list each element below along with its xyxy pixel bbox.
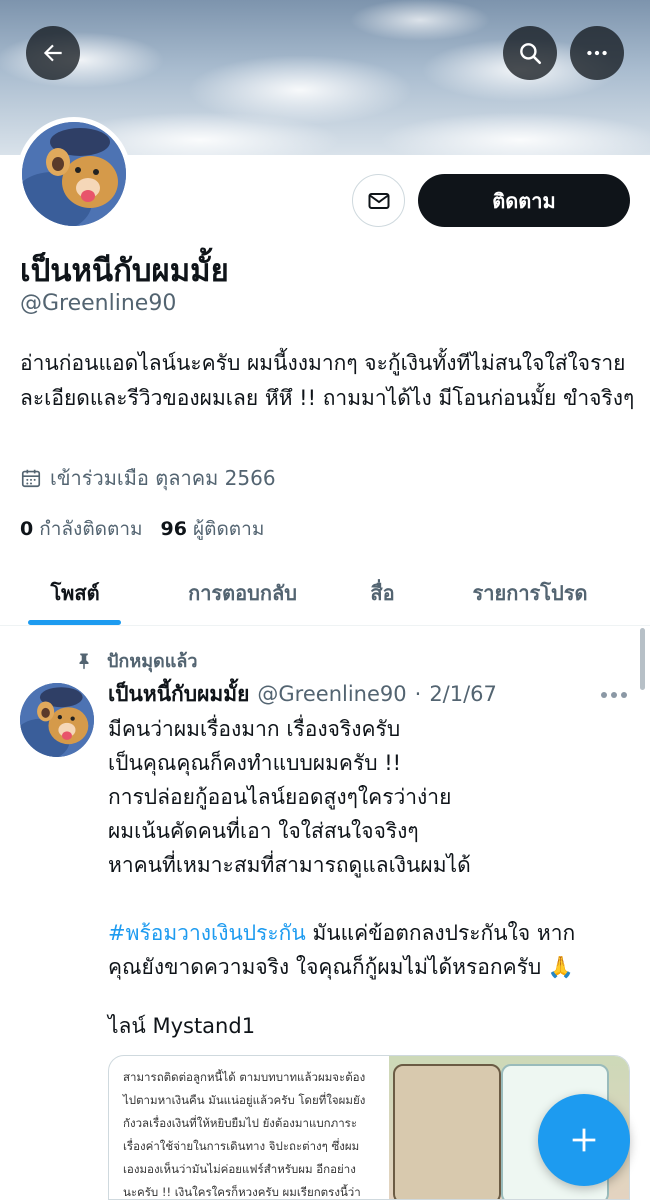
more-options-button[interactable] (570, 26, 624, 80)
tweet-line: คุณยังขาดความจริง ใจคุณก็กู้ผมไม่ได้หรอก… (108, 955, 575, 979)
tweet-header: เป็นหนี้กับผมมั้ย @Greenline90 · 2/1/67 (108, 678, 497, 711)
profile-handle: @Greenline90 (20, 291, 177, 316)
profile-display-name: เป็นหนีกับผมมั้ย (20, 253, 229, 289)
follow-button[interactable]: ติดตาม (418, 174, 630, 227)
tweet-line-id: ไลน์ Mystand1 (108, 1014, 256, 1038)
tweet-line: ผมเน้นคัดคนที่เอา ใจใส่สนใจจริงๆ (108, 819, 419, 843)
media-text-line: เรื่องค่าใช้จ่ายในการเดินทาง จิปะถะต่างๆ… (123, 1139, 360, 1153)
more-dot-icon (611, 692, 617, 698)
tweet-date[interactable]: 2/1/67 (429, 682, 497, 706)
mail-icon (368, 192, 389, 209)
more-horizontal-icon (587, 50, 607, 56)
search-icon (520, 43, 542, 65)
tab-replies[interactable]: การตอบกลับ (150, 560, 335, 626)
follow-stats: 0 กำลังติดตาม 96 ผู้ติดตาม (20, 514, 264, 544)
followers-count: 96 (160, 518, 187, 540)
tweet-line: #พร้อมวางเงินประกัน มันแค่ข้อตกลงประกันใ… (108, 916, 643, 950)
more-dot-icon (601, 692, 607, 698)
following-label: กำลังติดตาม (39, 518, 143, 540)
profile-bio: อ่านก่อนแอดไลน์นะครับ ผมนี้งงมากๆ จะกู้เ… (20, 351, 635, 410)
media-text-line: นะครับ !! เงินใครใครก็หวงครับ ผมเรียกตรง… (123, 1185, 361, 1199)
arrow-left-icon (43, 44, 62, 62)
media-text-line: ไปตามหาเงินคืน มันแน่อยู่แล้วครับ โดยที่… (123, 1093, 366, 1107)
tweet-line: มีคนว่าผมเรื่องมาก เรื่องจริงครับ (108, 717, 401, 741)
joined-date: เข้าร่วมเมือ ตุลาคม 2566 (20, 462, 276, 494)
active-tab-indicator (28, 620, 121, 625)
scrollbar[interactable] (640, 628, 645, 690)
tab-posts[interactable]: โพสต์ (0, 560, 150, 626)
compose-button[interactable] (538, 1094, 630, 1186)
following-count: 0 (20, 518, 34, 540)
plus-icon (572, 1128, 596, 1152)
puppy-avatar-image (22, 122, 126, 226)
joined-label: เข้าร่วมเมือ ตุลาคม 2566 (50, 466, 276, 490)
tweet-line-tail: มันแค่ข้อตกลงประกันใจ หาก (305, 921, 576, 945)
tweet-separator: · (414, 682, 422, 706)
message-button[interactable] (352, 174, 405, 227)
pinned-label: ปักหมุดแล้ว (107, 651, 198, 672)
tweet-author-avatar[interactable] (20, 683, 94, 757)
tweet-author-handle[interactable]: @Greenline90 (257, 682, 406, 706)
tweet-author-name[interactable]: เป็นหนี้กับผมมั้ย (108, 678, 249, 711)
tab-likes[interactable]: รายการโปรด (430, 560, 630, 626)
media-text-line: สามารถติดต่อลูกหนี้ได้ ตามบทบาทแล้วผมจะต… (123, 1070, 366, 1084)
tweet-line: การปล่อยกู้ออนไลน์ยอดสูงๆใครว่าง่าย (108, 785, 452, 809)
tweet-line: เป็นคุณคุณก็คงทำแบบผมครับ !! (108, 751, 402, 775)
puppy-avatar-image (20, 683, 94, 757)
search-button[interactable] (503, 26, 557, 80)
tweet-text: มีคนว่าผมเรื่องมาก เรื่องจริงครับ เป็นคุ… (108, 712, 643, 984)
followers-label: ผู้ติดตาม (193, 518, 265, 540)
following-stat[interactable]: 0 กำลังติดตาม (20, 514, 143, 544)
media-text-line: เองมองเห็นว่ามันไม่ค่อยแฟร์สำหรับผม อีกอ… (123, 1162, 356, 1176)
profile-avatar[interactable] (17, 117, 131, 231)
phone-screenshot-image (393, 1064, 501, 1199)
tweet-line: หาคนที่เหมาะสมที่สามารถดูแลเงินผมได้ (108, 853, 471, 877)
profile-tabs: โพสต์ การตอบกลับ สื่อ รายการโปรด (0, 560, 650, 626)
back-button[interactable] (26, 26, 80, 80)
calendar-icon (21, 469, 41, 488)
media-text-block: สามารถติดต่อลูกหนี้ได้ ตามบทบาทแล้วผมจะต… (109, 1056, 389, 1199)
followers-stat[interactable]: 96 ผู้ติดตาม (161, 514, 265, 544)
pin-icon (79, 653, 89, 669)
tab-media[interactable]: สื่อ (335, 560, 430, 626)
media-text-line: กังวลเรื่องเงินที่ให้หยิบยืมไป ยังต้องมา… (123, 1116, 358, 1130)
pinned-indicator: ปักหมุดแล้ว (75, 646, 197, 675)
tweet-more-button[interactable] (601, 692, 627, 698)
hashtag-link[interactable]: #พร้อมวางเงินประกัน (108, 921, 306, 945)
more-dot-icon (621, 692, 627, 698)
